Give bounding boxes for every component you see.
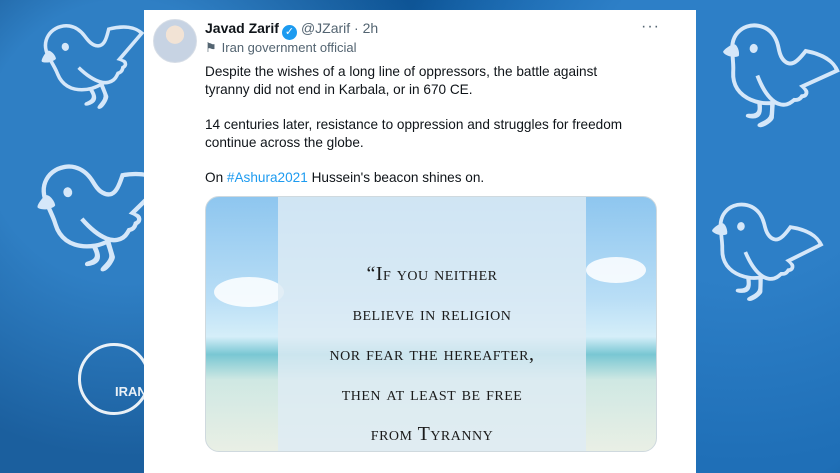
government-label[interactable]: ⚑ Iran government official	[205, 40, 357, 56]
cloud	[586, 257, 646, 283]
twitter-bird-icon: 🐦︎	[705, 9, 840, 148]
author-handle[interactable]: @JZarif	[301, 20, 350, 36]
flag-icon: ⚑	[205, 40, 217, 55]
tweet-header: Javad Zarif ✓ @JZarif · 2h	[205, 20, 666, 40]
cloud	[214, 277, 284, 307]
iran-watermark-logo: IRAN	[78, 343, 150, 415]
twitter-bird-icon: 🐦︎	[698, 192, 833, 318]
timestamp[interactable]: 2h	[363, 20, 379, 36]
more-options-button[interactable]: ···	[641, 18, 660, 36]
text-suffix: Hussein's beacon shines on.	[307, 170, 485, 185]
avatar[interactable]	[153, 19, 197, 63]
quote-line: nor fear the hereafter,	[329, 343, 535, 365]
tweet-paragraph: Despite the wishes of a long line of opp…	[205, 64, 598, 97]
tweet-image[interactable]: “If you neither believe in religion nor …	[205, 196, 657, 452]
separator: ·	[354, 20, 359, 36]
tweet-card[interactable]: Javad Zarif ✓ @JZarif · 2h ··· ⚑ Iran gover…	[144, 10, 696, 473]
tweet-text: Despite the wishes of a long line of opp…	[205, 63, 635, 204]
government-label-text: Iran government official	[221, 40, 357, 55]
quote-panel: “If you neither believe in religion nor …	[278, 197, 586, 451]
author-name[interactable]: Javad Zarif	[205, 20, 279, 36]
tweet-paragraph: On #Ashura2021 Hussein's beacon shines o…	[205, 169, 635, 187]
text-prefix: On	[205, 170, 227, 185]
hashtag-link[interactable]: #Ashura2021	[227, 170, 308, 185]
quote-line: from Tyranny	[370, 423, 494, 445]
quote-line: “If you neither	[366, 263, 498, 285]
quote-line: then at least be free	[341, 383, 523, 405]
tweet-paragraph: 14 centuries later, resistance to oppres…	[205, 117, 623, 150]
quote-line: believe in religion	[352, 303, 512, 325]
verified-badge-icon: ✓	[281, 25, 297, 40]
